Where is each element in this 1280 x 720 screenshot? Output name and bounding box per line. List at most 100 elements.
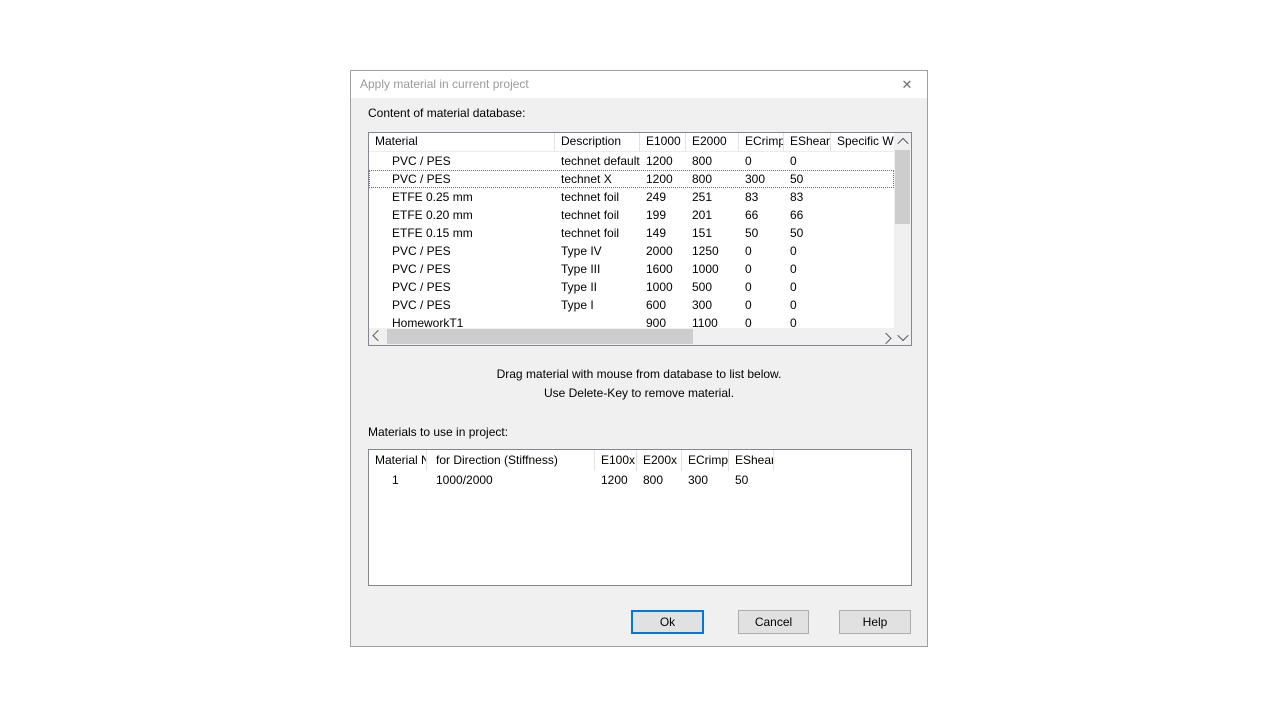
cell-e2000: 800 [686,170,739,188]
cell-description: Type III [555,260,640,278]
project-materials-label: Materials to use in project: [368,425,508,439]
cell-eshear: 0 [784,314,831,328]
cell-e2000: 1000 [686,260,739,278]
cell-eshear: 0 [784,242,831,260]
scroll-right-button[interactable] [877,328,894,345]
close-button[interactable]: ✕ [893,71,921,98]
table-row[interactable]: PVC / PES technet default 1200 800 0 0 [369,152,894,170]
scroll-left-button[interactable] [369,328,386,345]
cell-e1000: 249 [640,188,686,206]
cell-specific-weight [831,188,894,206]
material-database-list[interactable]: Material Description E1000 E2000 ECrimp … [368,132,912,346]
cell-specific-weight [831,278,894,296]
dialog-title: Apply material in current project [360,71,529,98]
cell-material: ETFE 0.25 mm [369,188,555,206]
column-header-e2000[interactable]: E2000 [686,133,739,151]
cell-material: PVC / PES [369,152,555,170]
column-header-e1000[interactable]: E1000 [640,133,686,151]
cell-e1000: 149 [640,224,686,242]
cell-ecrimp: 0 [739,296,784,314]
cell-specific-weight [831,152,894,170]
column-header-ecrimp[interactable]: ECrimp [739,133,784,151]
column-header-specific-weight[interactable]: Specific Weight [831,133,894,151]
chevron-right-icon [880,332,891,343]
selected-table-row[interactable]: PVC / PES technet X 1200 800 300 50 [369,170,894,188]
cell-e2000: 800 [686,152,739,170]
table-row[interactable]: PVC / PES Type I 600 300 0 0 [369,296,894,314]
cell-e1000: 900 [640,314,686,328]
cell-filler [774,471,911,489]
cell-material: HomeworkT1 [369,314,555,328]
cell-e200x: 800 [637,471,682,489]
chevron-up-icon [897,137,908,148]
cell-material: PVC / PES [369,170,555,188]
table-row[interactable]: PVC / PES Type III 1600 1000 0 0 [369,260,894,278]
cell-description [555,314,640,328]
column-header-e200x[interactable]: E200x [637,450,682,471]
cell-e1000: 600 [640,296,686,314]
cell-material: ETFE 0.20 mm [369,206,555,224]
table-row[interactable]: PVC / PES Type IV 2000 1250 0 0 [369,242,894,260]
cell-ecrimp: 300 [682,471,729,489]
apply-material-dialog: Apply material in current project ✕ Cont… [350,70,928,647]
column-header-direction[interactable]: for Direction (Stiffness) [427,450,595,471]
vertical-scrollbar[interactable] [894,133,911,345]
drag-hint-text: Drag material with mouse from database t… [351,367,927,381]
project-materials-list[interactable]: Material No. for Direction (Stiffness) E… [368,449,912,586]
column-header-eshear[interactable]: EShear [729,450,774,471]
column-header-material-no[interactable]: Material No. [369,450,427,471]
cell-eshear: 83 [784,188,831,206]
cell-ecrimp: 50 [739,224,784,242]
cell-description: Type II [555,278,640,296]
table-row[interactable]: ETFE 0.20 mm technet foil 199 201 66 66 [369,206,894,224]
help-button[interactable]: Help [839,610,911,634]
cell-e2000: 201 [686,206,739,224]
cell-ecrimp: 83 [739,188,784,206]
cell-specific-weight [831,170,894,188]
cell-e2000: 1100 [686,314,739,328]
column-header-eshear[interactable]: EShear [784,133,831,151]
table-row[interactable]: 1 1000/2000 1200 800 300 50 [369,471,911,489]
cell-eshear: 50 [784,224,831,242]
cell-material: PVC / PES [369,260,555,278]
cell-ecrimp: 0 [739,152,784,170]
scroll-down-button[interactable] [894,328,911,345]
cancel-button[interactable]: Cancel [738,610,809,634]
cell-specific-weight [831,314,894,328]
table-row[interactable]: PVC / PES Type II 1000 500 0 0 [369,278,894,296]
cell-e2000: 500 [686,278,739,296]
cell-ecrimp: 0 [739,242,784,260]
cell-specific-weight [831,224,894,242]
table-row[interactable]: ETFE 0.25 mm technet foil 249 251 83 83 [369,188,894,206]
column-header-description[interactable]: Description [555,133,640,151]
cell-e2000: 1250 [686,242,739,260]
column-header-ecrimp[interactable]: ECrimp [682,450,729,471]
scroll-up-button[interactable] [894,133,911,150]
cell-eshear: 0 [784,278,831,296]
vertical-scrollbar-thumb[interactable] [895,150,910,224]
cell-eshear: 0 [784,296,831,314]
cell-material: PVC / PES [369,242,555,260]
column-header-material[interactable]: Material [369,133,555,151]
dialog-titlebar[interactable]: Apply material in current project ✕ [351,71,927,98]
project-list-header: Material No. for Direction (Stiffness) E… [369,450,911,471]
cell-description: technet default [555,152,640,170]
cell-e100x: 1200 [595,471,637,489]
cell-eshear: 50 [784,170,831,188]
ok-button[interactable]: Ok [631,610,704,634]
horizontal-scrollbar-thumb[interactable] [387,329,693,344]
cell-direction: 1000/2000 [427,471,595,489]
cell-e1000: 2000 [640,242,686,260]
column-header-e100x[interactable]: E100x [595,450,637,471]
table-row[interactable]: ETFE 0.15 mm technet foil 149 151 50 50 [369,224,894,242]
cell-e1000: 1200 [640,170,686,188]
cell-e2000: 251 [686,188,739,206]
cell-material: ETFE 0.15 mm [369,224,555,242]
table-row[interactable]: HomeworkT1 900 1100 0 0 [369,314,894,328]
database-label: Content of material database: [368,106,525,120]
cell-eshear: 66 [784,206,831,224]
cell-description: technet foil [555,206,640,224]
horizontal-scrollbar[interactable] [369,328,894,345]
cell-ecrimp: 66 [739,206,784,224]
delete-hint-text: Use Delete-Key to remove material. [351,386,927,400]
